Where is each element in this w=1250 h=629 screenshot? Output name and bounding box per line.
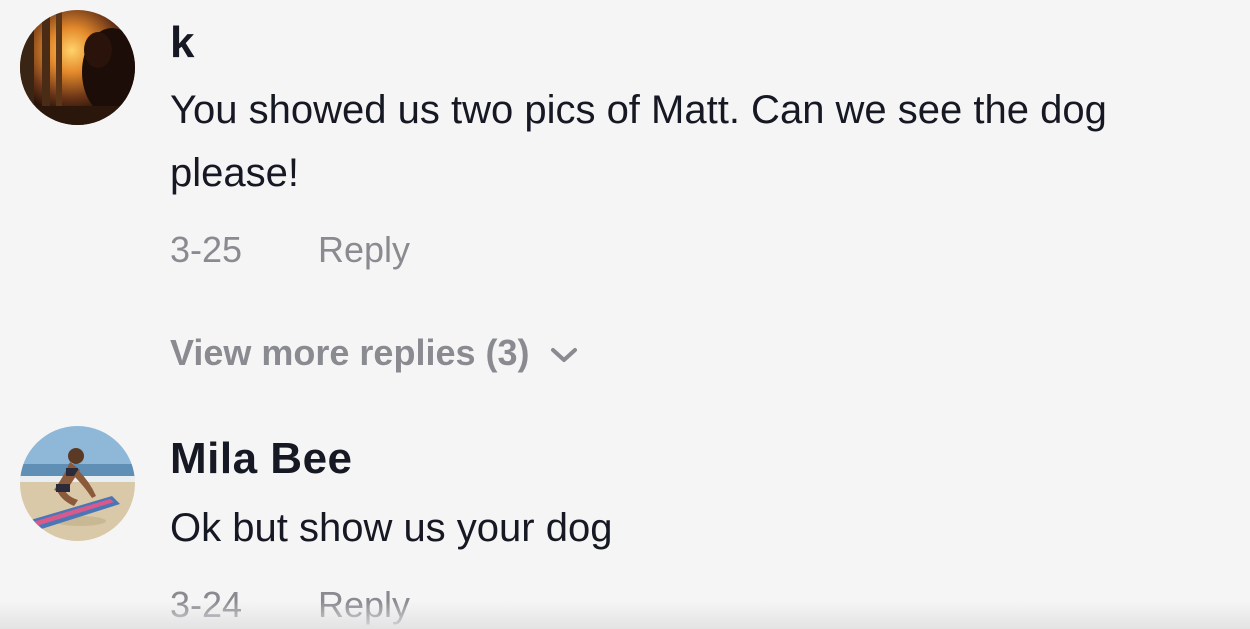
comment-text: Ok but show us your dog (170, 506, 613, 550)
comment-list: k You showed us two pics of Matt. Can we… (0, 0, 1250, 629)
avatar[interactable] (20, 426, 135, 541)
comment-meta: 3-24 Reply (170, 584, 410, 626)
comment-date: 3-24 (170, 584, 243, 625)
avatar-image (20, 426, 135, 541)
reply-button[interactable]: Reply (318, 584, 410, 625)
comment-item: Mila Bee Ok but show us your dog 3-24 Rep… (0, 0, 1250, 629)
comment-username[interactable]: Mila Bee (170, 434, 353, 484)
